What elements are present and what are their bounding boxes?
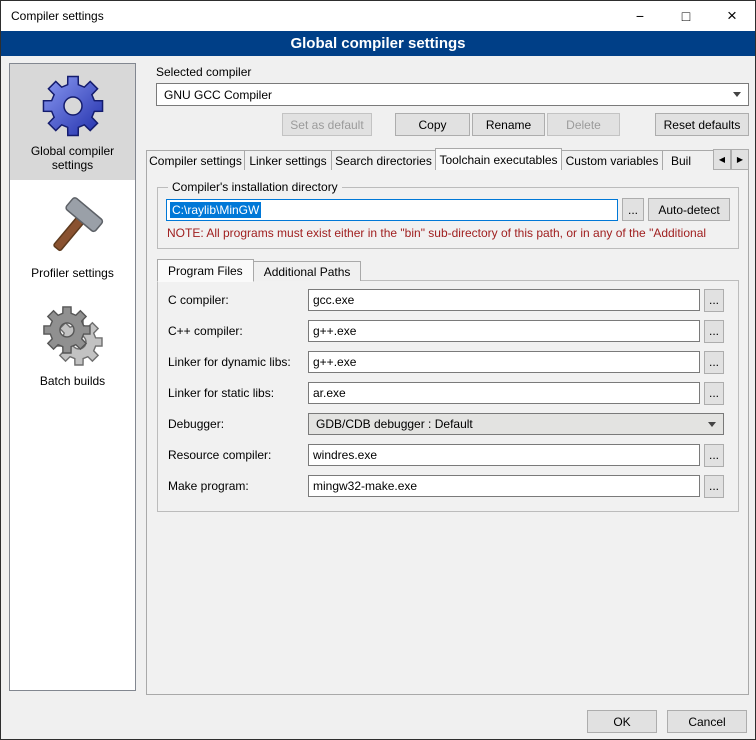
tab-program-files[interactable]: Program Files xyxy=(157,259,254,282)
field-label: Linker for static libs: xyxy=(168,386,298,400)
cancel-button[interactable]: Cancel xyxy=(667,710,747,733)
cpp-compiler-input[interactable] xyxy=(308,320,700,342)
tab-custom-variables[interactable]: Custom variables xyxy=(561,150,663,170)
page-title: Global compiler settings xyxy=(1,31,755,56)
chevron-down-icon xyxy=(708,422,716,427)
field-row-static-linker: Linker for static libs: ... xyxy=(168,382,724,404)
compiler-actions: Set as default Copy Rename Delete Reset … xyxy=(156,113,749,136)
tab-linker-settings[interactable]: Linker settings xyxy=(244,150,332,170)
rename-button[interactable]: Rename xyxy=(472,113,545,136)
field-row-dynamic-linker: Linker for dynamic libs: ... xyxy=(168,351,724,373)
field-row-debugger: Debugger: GDB/CDB debugger : Default xyxy=(168,413,724,435)
tab-compiler-settings[interactable]: Compiler settings xyxy=(146,150,245,170)
minimize-icon: − xyxy=(636,8,644,24)
copy-button[interactable]: Copy xyxy=(395,113,470,136)
sidebar-item-label: Batch builds xyxy=(12,374,133,388)
browse-button[interactable]: ... xyxy=(704,289,724,312)
sidebar-item-batch-builds[interactable]: Batch builds xyxy=(10,294,135,396)
profiler-hammer-icon xyxy=(41,196,105,260)
installation-directory-row: C:\raylib\MinGW ... Auto-detect xyxy=(166,198,730,221)
set-as-default-button[interactable]: Set as default xyxy=(282,113,372,136)
installation-directory-group: Compiler's installation directory C:\ray… xyxy=(157,180,739,249)
selected-compiler-label: Selected compiler xyxy=(156,65,251,79)
compiler-settings-window: Compiler settings − □ × Global compiler … xyxy=(0,0,756,740)
settings-tab-strip: Compiler settings Linker settings Search… xyxy=(146,147,749,170)
tab-scroll-left-button[interactable]: ◀ xyxy=(713,149,731,170)
make-program-input[interactable] xyxy=(308,475,700,497)
tab-toolchain-executables[interactable]: Toolchain executables xyxy=(435,148,562,170)
maximize-button[interactable]: □ xyxy=(663,1,709,31)
sidebar-item-global-compiler-settings[interactable]: Global compiler settings xyxy=(10,64,135,180)
ok-button[interactable]: OK xyxy=(587,710,657,733)
sidebar-item-label: Profiler settings xyxy=(12,266,133,280)
dynamic-libs-linker-input[interactable] xyxy=(308,351,700,373)
tab-additional-paths[interactable]: Additional Paths xyxy=(253,261,362,281)
field-label: C++ compiler: xyxy=(168,324,298,338)
field-label: Resource compiler: xyxy=(168,448,298,462)
debugger-dropdown[interactable]: GDB/CDB debugger : Default xyxy=(308,413,724,435)
field-row-c-compiler: C compiler: ... xyxy=(168,289,724,311)
maximize-icon: □ xyxy=(682,8,690,24)
tab-build-options[interactable]: Buil xyxy=(662,150,713,170)
main-panel: Selected compiler GNU GCC Compiler Set a… xyxy=(146,63,749,695)
bin-subdirectory-note: NOTE: All programs must exist either in … xyxy=(167,226,730,240)
installation-directory-group-title: Compiler's installation directory xyxy=(168,180,342,194)
tab-search-directories[interactable]: Search directories xyxy=(331,150,436,170)
close-icon: × xyxy=(727,6,737,26)
static-libs-linker-input[interactable] xyxy=(308,382,700,404)
reset-defaults-button[interactable]: Reset defaults xyxy=(655,113,749,136)
browse-button[interactable]: ... xyxy=(704,382,724,405)
installation-directory-value: C:\raylib\MinGW xyxy=(170,202,261,218)
toolchain-executables-page: Compiler's installation directory C:\ray… xyxy=(146,169,749,695)
sidebar-item-label: Global compiler settings xyxy=(12,144,133,172)
resource-compiler-input[interactable] xyxy=(308,444,700,466)
minimize-button[interactable]: − xyxy=(617,1,663,31)
window-controls: − □ × xyxy=(617,1,755,31)
field-row-make-program: Make program: ... xyxy=(168,475,724,497)
gray-gears-icon xyxy=(41,304,105,368)
arrow-left-icon: ◀ xyxy=(719,155,725,164)
debugger-value: GDB/CDB debugger : Default xyxy=(316,417,473,431)
browse-button[interactable]: ... xyxy=(704,444,724,467)
sidebar-item-profiler-settings[interactable]: Profiler settings xyxy=(10,186,135,288)
title-bar[interactable]: Compiler settings − □ × xyxy=(1,1,755,31)
program-files-panel: C compiler: ... C++ compiler: ... Linker… xyxy=(157,280,739,512)
browse-button[interactable]: ... xyxy=(704,351,724,374)
field-label: C compiler: xyxy=(168,293,298,307)
c-compiler-input[interactable] xyxy=(308,289,700,311)
close-button[interactable]: × xyxy=(709,1,755,31)
browse-button[interactable]: ... xyxy=(704,475,724,498)
arrow-right-icon: ▶ xyxy=(737,155,743,164)
browse-button[interactable]: ... xyxy=(704,320,724,343)
window-title: Compiler settings xyxy=(1,9,104,23)
browse-directory-button[interactable]: ... xyxy=(622,198,644,221)
delete-button[interactable]: Delete xyxy=(547,113,620,136)
installation-directory-input[interactable]: C:\raylib\MinGW xyxy=(166,199,618,221)
program-files-tab-strip: Program Files Additional Paths xyxy=(157,258,748,281)
selected-compiler-dropdown[interactable]: GNU GCC Compiler xyxy=(156,83,749,106)
tabs-viewport: Compiler settings Linker settings Search… xyxy=(146,147,713,170)
tab-scroll-right-button[interactable]: ▶ xyxy=(731,149,749,170)
field-row-cpp-compiler: C++ compiler: ... xyxy=(168,320,724,342)
selected-compiler-value: GNU GCC Compiler xyxy=(164,88,272,102)
field-label: Debugger: xyxy=(168,417,298,431)
field-label: Linker for dynamic libs: xyxy=(168,355,298,369)
settings-category-sidebar: Global compiler settings Profiler settin… xyxy=(9,63,136,691)
auto-detect-button[interactable]: Auto-detect xyxy=(648,198,730,221)
field-row-resource-compiler: Resource compiler: ... xyxy=(168,444,724,466)
blue-gear-icon xyxy=(41,74,105,138)
field-label: Make program: xyxy=(168,479,298,493)
chevron-down-icon xyxy=(733,92,741,97)
